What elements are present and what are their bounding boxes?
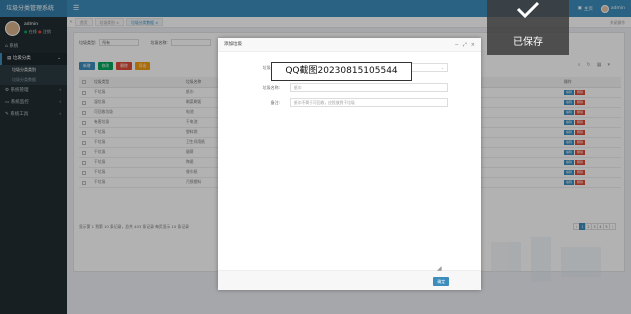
resize-icon[interactable]: ◢ [437,265,442,272]
close-icon[interactable]: × [471,42,475,48]
check-icon [516,2,540,18]
dialog-footer: ◢ 确定 [218,265,481,290]
remark-input[interactable]: 纸巾不属于可回收，应投放到干垃圾 [290,98,448,107]
saved-toast: 已保存 [487,0,569,55]
dialog-controls: − ⤢ × [455,38,475,52]
toast-text: 已保存 [513,37,543,48]
name-input[interactable]: 纸巾 [290,83,448,92]
form-row-remark: 备注: 纸巾不属于可回收，应投放到干垃圾 [218,98,481,107]
confirm-button[interactable]: 确定 [433,277,449,286]
name-field-label: 垃圾名称: [262,85,280,90]
chevron-down-icon: ⌄ [440,65,444,70]
app-window: 垃圾分类管理系统 ☰ ▣ 主页 admin admin ● 在线 ● 注销 ⌂ … [0,0,631,314]
dialog-header: 添加垃圾 − ⤢ × [218,38,481,52]
maximize-icon[interactable]: ⤢ [463,42,467,48]
minimize-icon[interactable]: − [455,42,459,48]
form-row-name: 垃圾名称: 纸巾 [218,83,481,92]
screenshot-filename-tooltip: QQ截图20230815105544 [271,62,412,81]
remark-field-label: 备注: [270,100,280,105]
dialog-title: 添加垃圾 [224,42,242,47]
